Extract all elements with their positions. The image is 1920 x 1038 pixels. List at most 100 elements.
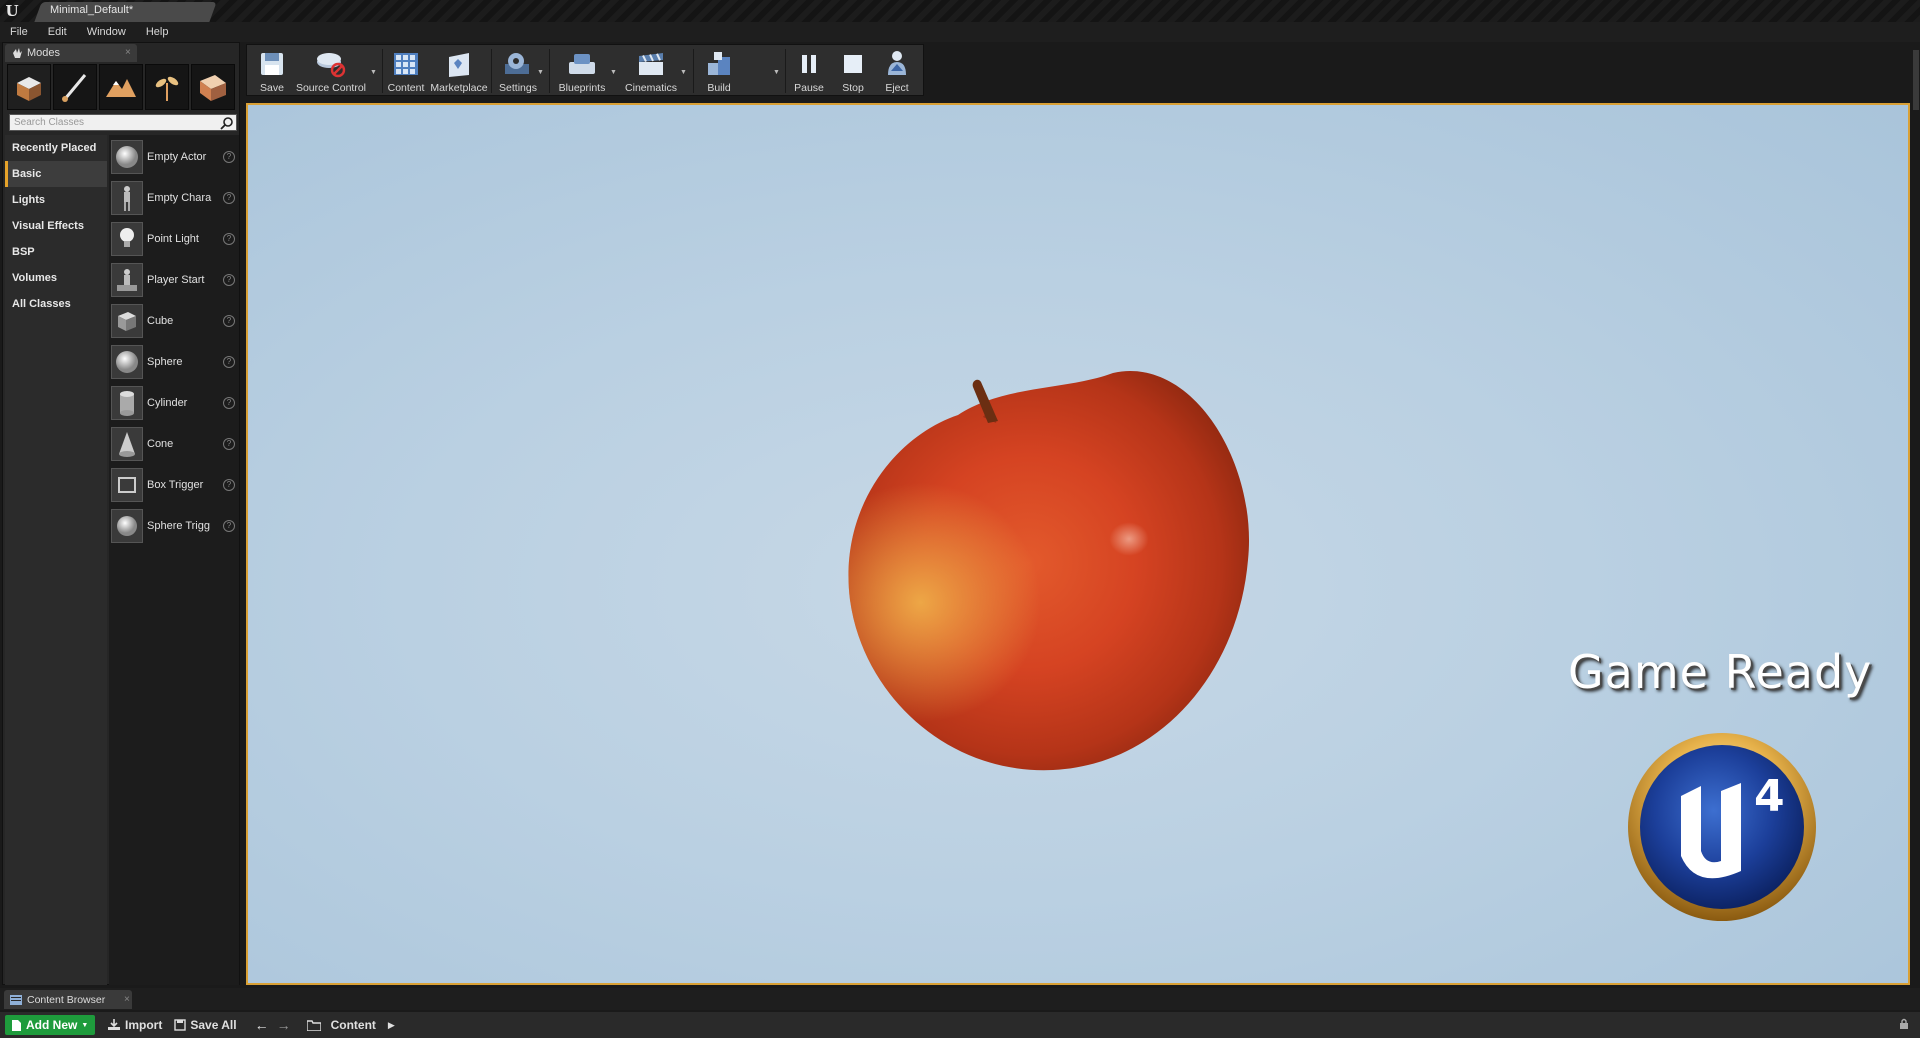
blueprints-icon xyxy=(569,54,595,74)
sphere-icon xyxy=(111,345,143,379)
save-all-button[interactable]: Save All xyxy=(174,1018,237,1032)
unreal-logo-icon[interactable]: U xyxy=(2,2,22,20)
class-label: Empty Chara xyxy=(147,192,212,204)
history-back-icon[interactable]: ← xyxy=(255,1017,269,1033)
content-browser-tab-row: Content Browser × xyxy=(0,988,1920,1010)
class-item-cube[interactable]: Cube ? xyxy=(111,301,239,341)
clapperboard-icon xyxy=(639,53,663,75)
lock-icon[interactable] xyxy=(1898,1018,1910,1033)
search-placeholder: Search Classes xyxy=(14,117,85,128)
category-recently-placed[interactable]: Recently Placed xyxy=(5,135,107,161)
help-icon[interactable]: ? xyxy=(223,233,235,245)
category-all-classes[interactable]: All Classes xyxy=(5,291,107,317)
content-button[interactable]: Content xyxy=(384,45,428,97)
class-item-sphere-trigger[interactable]: Sphere Trigg ? xyxy=(111,506,239,546)
search-icon[interactable] xyxy=(220,116,234,130)
content-browser-toolbar: Add New ▼ Import Save All ← → Content ▶ xyxy=(0,1012,1920,1038)
marketplace-button[interactable]: Marketplace xyxy=(428,45,490,97)
source-control-dropdown-icon[interactable]: ▼ xyxy=(370,69,377,76)
pause-label: Pause xyxy=(794,82,824,94)
category-volumes[interactable]: Volumes xyxy=(5,265,107,291)
chevron-right-icon[interactable]: ▶ xyxy=(388,1020,395,1031)
toolbar-separator xyxy=(491,49,492,93)
modes-hand-icon xyxy=(13,48,22,58)
place-mode-button[interactable] xyxy=(7,64,51,110)
category-basic[interactable]: Basic xyxy=(5,161,107,187)
apple-mesh[interactable] xyxy=(838,345,1258,785)
category-visual-effects[interactable]: Visual Effects xyxy=(5,213,107,239)
paint-mode-icon xyxy=(62,74,87,102)
menu-window[interactable]: Window xyxy=(87,26,126,38)
blueprints-label: Blueprints xyxy=(558,82,606,94)
help-icon[interactable]: ? xyxy=(223,356,235,368)
source-control-button[interactable]: Source Control xyxy=(293,45,369,97)
path-content-label: Content xyxy=(330,1018,376,1032)
class-item-player-start[interactable]: Player Start ? xyxy=(111,260,239,300)
landscape-mode-button[interactable] xyxy=(99,64,143,110)
settings-button[interactable]: Settings xyxy=(493,45,543,97)
menu-bar: File Edit Window Help xyxy=(0,22,1920,42)
cone-icon xyxy=(111,427,143,461)
foliage-mode-button[interactable] xyxy=(145,64,189,110)
class-item-sphere[interactable]: Sphere ? xyxy=(111,342,239,382)
help-icon[interactable]: ? xyxy=(223,397,235,409)
search-classes-input[interactable]: Search Classes xyxy=(9,114,237,131)
eject-icon xyxy=(888,51,906,75)
eject-label: Eject xyxy=(885,82,909,94)
cinematics-dropdown-icon[interactable]: ▼ xyxy=(680,69,687,76)
menu-help[interactable]: Help xyxy=(146,26,169,38)
modes-panel: Modes × Search Classes Recently Placed B… xyxy=(2,42,240,985)
menu-edit[interactable]: Edit xyxy=(48,26,67,38)
category-bsp[interactable]: BSP xyxy=(5,239,107,265)
build-button[interactable]: Build xyxy=(695,45,743,97)
level-editor-toolbar: Save Source Control ▼ Content Marketplac… xyxy=(246,44,924,96)
class-item-cone[interactable]: Cone ? xyxy=(111,424,239,464)
history-forward-icon[interactable]: → xyxy=(277,1017,291,1033)
blueprints-button[interactable]: Blueprints xyxy=(551,45,613,97)
content-browser-tab-label: Content Browser xyxy=(27,993,106,1006)
class-label: Cube xyxy=(147,315,174,327)
import-button[interactable]: Import xyxy=(107,1018,162,1032)
help-icon[interactable]: ? xyxy=(223,520,235,532)
help-icon[interactable]: ? xyxy=(223,438,235,450)
geometry-mode-button[interactable] xyxy=(191,64,235,110)
geometry-mode-icon xyxy=(200,75,226,101)
help-icon[interactable]: ? xyxy=(223,274,235,286)
save-button[interactable]: Save xyxy=(251,45,293,97)
class-item-box-trigger[interactable]: Box Trigger ? xyxy=(111,465,239,505)
stop-button[interactable]: Stop xyxy=(835,45,871,97)
close-icon[interactable]: × xyxy=(124,994,130,1005)
path-content[interactable]: Content ▶ xyxy=(306,1018,395,1032)
blueprints-dropdown-icon[interactable]: ▼ xyxy=(610,69,617,76)
class-label: Box Trigger xyxy=(147,479,204,491)
save-all-icon xyxy=(174,1019,187,1031)
help-icon[interactable]: ? xyxy=(223,192,235,204)
class-item-empty-character[interactable]: Empty Chara ? xyxy=(111,178,239,218)
add-new-button[interactable]: Add New ▼ xyxy=(5,1015,95,1035)
help-icon[interactable]: ? xyxy=(223,315,235,327)
import-icon xyxy=(108,1019,120,1030)
close-icon[interactable]: × xyxy=(125,47,131,58)
class-item-cylinder[interactable]: Cylinder ? xyxy=(111,383,239,423)
settings-dropdown-icon[interactable]: ▼ xyxy=(537,69,544,76)
content-browser-tab[interactable]: Content Browser × xyxy=(4,990,132,1009)
paint-mode-button[interactable] xyxy=(53,64,97,110)
build-dropdown-icon[interactable]: ▼ xyxy=(773,69,780,76)
help-icon[interactable]: ? xyxy=(223,151,235,163)
svg-text:4: 4 xyxy=(1754,771,1785,822)
cinematics-button[interactable]: Cinematics xyxy=(619,45,683,97)
right-scrollbar[interactable] xyxy=(1912,44,1920,984)
category-lights[interactable]: Lights xyxy=(5,187,107,213)
level-viewport[interactable]: Game Ready 4 xyxy=(246,103,1910,985)
build-icon xyxy=(708,52,730,75)
modes-tab[interactable]: Modes × xyxy=(5,44,137,62)
class-item-empty-actor[interactable]: Empty Actor ? xyxy=(111,137,239,177)
build-label: Build xyxy=(707,82,731,94)
help-icon[interactable]: ? xyxy=(223,479,235,491)
class-item-point-light[interactable]: Point Light ? xyxy=(111,219,239,259)
pause-button[interactable]: Pause xyxy=(791,45,827,97)
eject-button[interactable]: Eject xyxy=(877,45,917,97)
scrollbar-thumb[interactable] xyxy=(1913,50,1919,110)
menu-file[interactable]: File xyxy=(10,26,28,38)
folder-icon xyxy=(306,1019,321,1031)
